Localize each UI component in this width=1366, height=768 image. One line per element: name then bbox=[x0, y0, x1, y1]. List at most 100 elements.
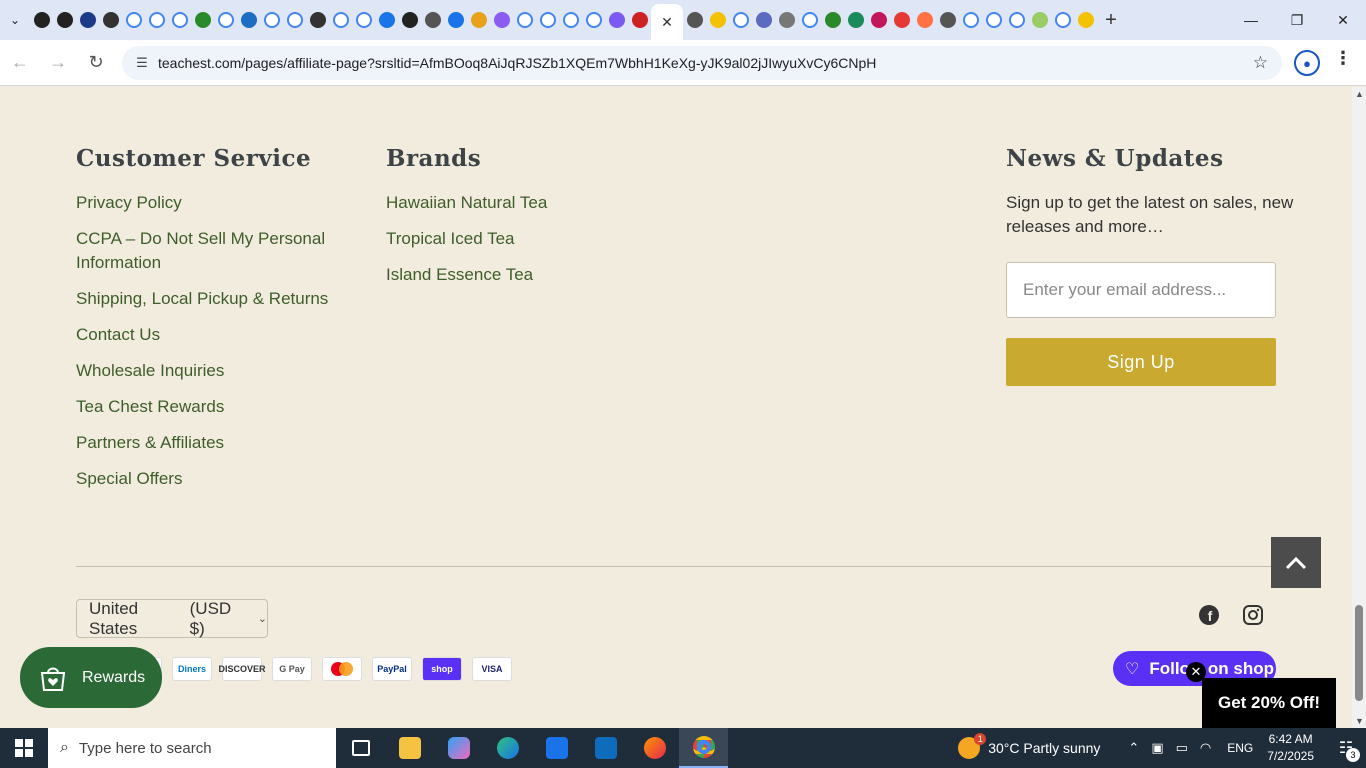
forward-button[interactable]: → bbox=[40, 45, 76, 81]
outlook-icon[interactable] bbox=[581, 728, 630, 768]
right-tab-11[interactable] bbox=[936, 0, 959, 40]
left-tab-22[interactable] bbox=[536, 0, 559, 40]
left-tab-19[interactable] bbox=[467, 0, 490, 40]
store-icon[interactable] bbox=[532, 728, 581, 768]
left-tab-21[interactable] bbox=[513, 0, 536, 40]
rewards-launcher[interactable]: Rewards bbox=[20, 647, 162, 708]
left-tab-2[interactable] bbox=[76, 0, 99, 40]
left-tab-15[interactable] bbox=[375, 0, 398, 40]
customer-service-link[interactable]: Partners & Affiliates bbox=[76, 431, 376, 455]
left-tab-9[interactable] bbox=[237, 0, 260, 40]
right-tab-6[interactable] bbox=[821, 0, 844, 40]
right-tab-2[interactable] bbox=[729, 0, 752, 40]
battery-icon[interactable]: ▭ bbox=[1176, 740, 1188, 756]
right-tab-3[interactable] bbox=[752, 0, 775, 40]
left-tab-17[interactable] bbox=[421, 0, 444, 40]
copilot-icon[interactable] bbox=[434, 728, 483, 768]
right-tab-12[interactable] bbox=[959, 0, 982, 40]
right-tab-4[interactable] bbox=[775, 0, 798, 40]
left-tab-25[interactable] bbox=[605, 0, 628, 40]
chrome-icon[interactable] bbox=[679, 728, 728, 768]
scroll-down-arrow-icon[interactable]: ▼ bbox=[1355, 716, 1364, 726]
right-tab-8[interactable] bbox=[867, 0, 890, 40]
instagram-icon[interactable] bbox=[1242, 604, 1266, 628]
customer-service-link[interactable]: Special Offers bbox=[76, 467, 376, 491]
back-button[interactable]: ← bbox=[2, 45, 38, 81]
left-tab-8[interactable] bbox=[214, 0, 237, 40]
left-tab-24[interactable] bbox=[582, 0, 605, 40]
left-tab-5[interactable] bbox=[145, 0, 168, 40]
left-tab-6[interactable] bbox=[168, 0, 191, 40]
left-tab-3[interactable] bbox=[99, 0, 122, 40]
left-tab-0[interactable] bbox=[30, 0, 53, 40]
show-hidden-icons-icon[interactable]: ⌃ bbox=[1128, 740, 1139, 756]
profile-icon[interactable]: ● bbox=[1294, 50, 1320, 76]
facebook-icon[interactable]: f bbox=[1198, 604, 1222, 628]
right-tab-10[interactable] bbox=[913, 0, 936, 40]
left-tab-11[interactable] bbox=[283, 0, 306, 40]
language-indicator[interactable]: ENG bbox=[1227, 741, 1253, 755]
customer-service-link[interactable]: Shipping, Local Pickup & Returns bbox=[76, 287, 376, 311]
restore-button[interactable]: ❐ bbox=[1274, 0, 1320, 40]
right-tab-5[interactable] bbox=[798, 0, 821, 40]
customer-service-link[interactable]: Wholesale Inquiries bbox=[76, 359, 376, 383]
right-tab-17[interactable] bbox=[1074, 0, 1097, 40]
right-tab-14[interactable] bbox=[1005, 0, 1028, 40]
taskbar-search[interactable]: ⌕ Type here to search bbox=[48, 728, 336, 768]
url-text[interactable]: teachest.com/pages/affiliate-page?srslti… bbox=[158, 55, 876, 71]
wifi-icon[interactable]: ◠ bbox=[1200, 740, 1211, 756]
close-window-button[interactable]: ✕ bbox=[1320, 0, 1366, 40]
left-tab-10[interactable] bbox=[260, 0, 283, 40]
brand-link[interactable]: Island Essence Tea bbox=[386, 263, 533, 287]
left-tab-20[interactable] bbox=[490, 0, 513, 40]
customer-service-link[interactable]: CCPA – Do Not Sell My Personal Informati… bbox=[76, 227, 336, 275]
address-bar[interactable]: ☰ teachest.com/pages/affiliate-page?srsl… bbox=[122, 46, 1282, 80]
left-tab-1[interactable] bbox=[53, 0, 76, 40]
file-explorer-icon[interactable] bbox=[385, 728, 434, 768]
right-tab-7[interactable] bbox=[844, 0, 867, 40]
customer-service-link[interactable]: Tea Chest Rewards bbox=[76, 395, 376, 419]
back-to-top-button[interactable] bbox=[1271, 537, 1321, 588]
left-tab-14[interactable] bbox=[352, 0, 375, 40]
left-tab-18[interactable] bbox=[444, 0, 467, 40]
scroll-up-arrow-icon[interactable]: ▲ bbox=[1355, 89, 1364, 99]
left-tab-16[interactable] bbox=[398, 0, 421, 40]
right-tab-9[interactable] bbox=[890, 0, 913, 40]
brand-link[interactable]: Tropical Iced Tea bbox=[386, 227, 515, 251]
left-tab-12[interactable] bbox=[306, 0, 329, 40]
customer-service-link[interactable]: Contact Us bbox=[76, 323, 376, 347]
left-tab-26[interactable] bbox=[628, 0, 651, 40]
site-info-icon[interactable]: ☰ bbox=[128, 55, 156, 71]
left-tab-4[interactable] bbox=[122, 0, 145, 40]
meet-icon[interactable]: ▣ bbox=[1151, 740, 1163, 756]
promo-button[interactable]: Get 20% Off! bbox=[1202, 678, 1336, 728]
scroll-thumb[interactable] bbox=[1355, 605, 1363, 701]
task-view-icon[interactable] bbox=[336, 728, 385, 768]
weather-widget[interactable]: 30°C Partly sunny bbox=[958, 733, 1100, 759]
right-tab-13[interactable] bbox=[982, 0, 1005, 40]
brand-link[interactable]: Hawaiian Natural Tea bbox=[386, 191, 547, 215]
right-tab-0[interactable] bbox=[683, 0, 706, 40]
new-tab-button[interactable]: + bbox=[1097, 0, 1125, 40]
tab-search-chevron-icon[interactable]: ⌄ bbox=[0, 0, 30, 40]
right-tab-16[interactable] bbox=[1051, 0, 1074, 40]
email-input[interactable]: Enter your email address... bbox=[1006, 262, 1276, 318]
reload-button[interactable]: ↻ bbox=[78, 45, 114, 81]
sign-up-button[interactable]: Sign Up bbox=[1006, 338, 1276, 386]
bookmark-star-icon[interactable]: ☆ bbox=[1253, 53, 1268, 73]
left-tab-13[interactable] bbox=[329, 0, 352, 40]
left-tab-23[interactable] bbox=[559, 0, 582, 40]
clock[interactable]: 6:42 AM 7/2/2025 bbox=[1267, 731, 1314, 765]
edge-icon[interactable] bbox=[483, 728, 532, 768]
left-tab-7[interactable] bbox=[191, 0, 214, 40]
menu-kebab-icon[interactable]: ⋮ bbox=[1334, 48, 1352, 69]
firefox-icon[interactable] bbox=[630, 728, 679, 768]
page-scrollbar[interactable]: ▲ ▼ bbox=[1352, 87, 1366, 728]
windows-start-icon[interactable] bbox=[0, 728, 48, 768]
country-selector[interactable]: United States (USD $) ⌄ bbox=[76, 599, 268, 638]
notification-center-icon[interactable]: ☷ 3 bbox=[1326, 728, 1366, 768]
right-tab-15[interactable] bbox=[1028, 0, 1051, 40]
tab-active-close-icon[interactable]: ✕ bbox=[651, 4, 683, 40]
customer-service-link[interactable]: Privacy Policy bbox=[76, 191, 376, 215]
minimize-button[interactable]: — bbox=[1228, 0, 1274, 40]
